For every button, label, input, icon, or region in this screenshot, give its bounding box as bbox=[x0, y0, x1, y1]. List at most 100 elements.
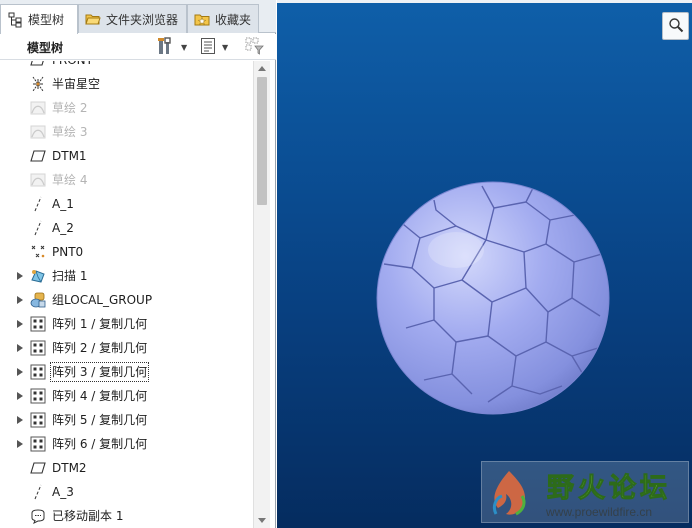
expand-arrow-icon[interactable] bbox=[17, 416, 23, 424]
datum-point-icon bbox=[30, 244, 46, 260]
expand-arrow-icon[interactable] bbox=[17, 368, 23, 376]
model-tree-list: FRONT 半宙星空草绘 2 草绘 3 DTM1 草绘 4 A_1 A_2 PNT0 扫描 1 组… bbox=[0, 61, 253, 528]
tree-settings-button[interactable]: ▼ bbox=[157, 36, 188, 58]
tree-item-label: A_2 bbox=[52, 221, 74, 235]
group-icon bbox=[30, 292, 46, 308]
scroll-thumb[interactable] bbox=[257, 77, 267, 205]
pattern-icon bbox=[30, 412, 46, 428]
expand-arrow-icon[interactable] bbox=[17, 440, 23, 448]
tree-toolbar: 模型树 ▼ ▼ bbox=[0, 34, 276, 60]
expand-arrow-icon[interactable] bbox=[17, 344, 23, 352]
navigator-tab-strip: 模型树 文件夹浏览器 收藏夹 bbox=[0, 0, 276, 34]
tree-show-caret-icon: ▼ bbox=[222, 42, 229, 52]
tree-show-icon bbox=[200, 37, 216, 58]
tree-item-label: A_1 bbox=[52, 197, 74, 211]
datum-axis-icon bbox=[30, 484, 46, 500]
tree-item-label: 已移动副本 1 bbox=[52, 509, 124, 523]
tree-settings-icon bbox=[157, 36, 175, 58]
datum-axis-icon bbox=[30, 196, 46, 212]
tree-item[interactable]: FRONT bbox=[0, 61, 253, 72]
tab-model-tree[interactable]: 模型树 bbox=[0, 4, 78, 34]
moved-copy-icon bbox=[30, 508, 46, 525]
tree-item[interactable]: 阵列 4 / 复制几何 bbox=[0, 384, 253, 408]
tree-item[interactable]: 组LOCAL_GROUP bbox=[0, 288, 253, 312]
pattern-icon bbox=[30, 388, 46, 404]
coordinate-system-icon bbox=[30, 76, 46, 92]
datum-plane-icon bbox=[30, 61, 46, 68]
tree-item[interactable]: 草绘 2 bbox=[0, 96, 253, 120]
tree-item-label: 阵列 3 / 复制几何 bbox=[49, 362, 150, 382]
tree-item-label: 草绘 4 bbox=[52, 173, 88, 187]
soccer-ball-model[interactable] bbox=[376, 180, 610, 416]
datum-plane-icon bbox=[30, 148, 46, 164]
scroll-up-arrow-icon[interactable] bbox=[258, 66, 266, 71]
tree-filter-button[interactable] bbox=[245, 37, 265, 57]
forum-watermark: 野火论坛 www.proewildfire.cn bbox=[481, 461, 689, 523]
zoom-magnifier-icon bbox=[668, 17, 684, 36]
scroll-down-arrow-icon[interactable] bbox=[258, 518, 266, 523]
tree-item[interactable]: 草绘 3 bbox=[0, 120, 253, 144]
tab-favorites[interactable]: 收藏夹 bbox=[187, 4, 259, 33]
tree-item[interactable]: DTM2 bbox=[0, 456, 253, 480]
tree-item[interactable]: A_1 bbox=[0, 192, 253, 216]
expand-arrow-icon[interactable] bbox=[17, 296, 23, 304]
tree-item[interactable]: A_2 bbox=[0, 216, 253, 240]
tree-item-label: 阵列 5 / 复制几何 bbox=[52, 413, 148, 427]
tree-show-button[interactable]: ▼ bbox=[200, 37, 228, 57]
tree-item[interactable]: 半宙星空 bbox=[0, 72, 253, 96]
tree-item[interactable]: 草绘 4 bbox=[0, 168, 253, 192]
expand-arrow-icon[interactable] bbox=[17, 320, 23, 328]
flame-logo-icon bbox=[492, 471, 526, 516]
pattern-icon bbox=[30, 436, 46, 452]
tree-item-label: DTM2 bbox=[52, 461, 87, 475]
pattern-icon bbox=[30, 340, 46, 356]
graphics-viewport[interactable]: 野火论坛 www.proewildfire.cn bbox=[277, 0, 692, 528]
tree-item-label: DTM1 bbox=[52, 149, 87, 163]
tree-item[interactable]: 阵列 6 / 复制几何 bbox=[0, 432, 253, 456]
tree-item[interactable]: A_3 bbox=[0, 480, 253, 504]
tree-item[interactable]: 阵列 5 / 复制几何 bbox=[0, 408, 253, 432]
tree-item-label: FRONT bbox=[52, 61, 93, 68]
expand-arrow-icon[interactable] bbox=[17, 392, 23, 400]
model-tree-pane: 模型树 文件夹浏览器 收藏夹 模型树 ▼ ▼ 半宙星空 草绘 2 草绘 3 DT… bbox=[0, 0, 276, 528]
datum-plane-icon bbox=[30, 460, 46, 476]
folder-browser-icon bbox=[85, 11, 101, 27]
watermark-title: 野火论坛 bbox=[547, 473, 671, 505]
tree-item-label: 半宙星空 bbox=[52, 77, 101, 91]
tree-item-label: 阵列 4 / 复制几何 bbox=[52, 389, 148, 403]
model-tree-icon bbox=[7, 12, 23, 28]
tree-item[interactable]: DTM1 bbox=[0, 144, 253, 168]
tab-folder-browser[interactable]: 文件夹浏览器 bbox=[78, 4, 187, 33]
tree-settings-caret-icon: ▼ bbox=[181, 42, 188, 52]
viewport-top-edge bbox=[277, 0, 692, 3]
sketch-icon bbox=[30, 172, 46, 188]
tree-filter-icon bbox=[245, 37, 265, 58]
tree-item-label: 阵列 6 / 复制几何 bbox=[52, 437, 148, 451]
sketch-icon bbox=[30, 100, 46, 116]
tree-item-label: PNT0 bbox=[52, 245, 84, 259]
tree-vertical-scrollbar[interactable] bbox=[253, 61, 270, 528]
sweep-icon bbox=[30, 268, 46, 284]
tree-title: 模型树 bbox=[27, 41, 64, 55]
sketch-icon bbox=[30, 124, 46, 140]
tree-item[interactable]: 阵列 1 / 复制几何 bbox=[0, 312, 253, 336]
watermark-url: www.proewildfire.cn bbox=[546, 505, 653, 519]
tree-item[interactable]: 阵列 3 / 复制几何 bbox=[0, 360, 253, 384]
expand-arrow-icon[interactable] bbox=[17, 272, 23, 280]
tree-item[interactable]: 扫描 1 bbox=[0, 264, 253, 288]
datum-axis-icon bbox=[30, 220, 46, 236]
tree-item-label: 扫描 1 bbox=[52, 269, 88, 283]
tree-item[interactable]: 已移动副本 1 bbox=[0, 504, 253, 528]
tree-item-label: 组LOCAL_GROUP bbox=[52, 293, 153, 307]
tree-item-label: 阵列 2 / 复制几何 bbox=[52, 341, 148, 355]
tree-item-label: 草绘 3 bbox=[52, 125, 88, 139]
zoom-button[interactable] bbox=[662, 12, 689, 40]
pattern-icon bbox=[30, 316, 46, 332]
pattern-icon bbox=[30, 364, 46, 380]
favorites-icon bbox=[194, 11, 210, 27]
tree-item-label: A_3 bbox=[52, 485, 74, 499]
tree-item-label: 阵列 1 / 复制几何 bbox=[52, 317, 148, 331]
tree-item[interactable]: PNT0 bbox=[0, 240, 253, 264]
tree-item-label: 草绘 2 bbox=[52, 101, 88, 115]
tree-item[interactable]: 阵列 2 / 复制几何 bbox=[0, 336, 253, 360]
